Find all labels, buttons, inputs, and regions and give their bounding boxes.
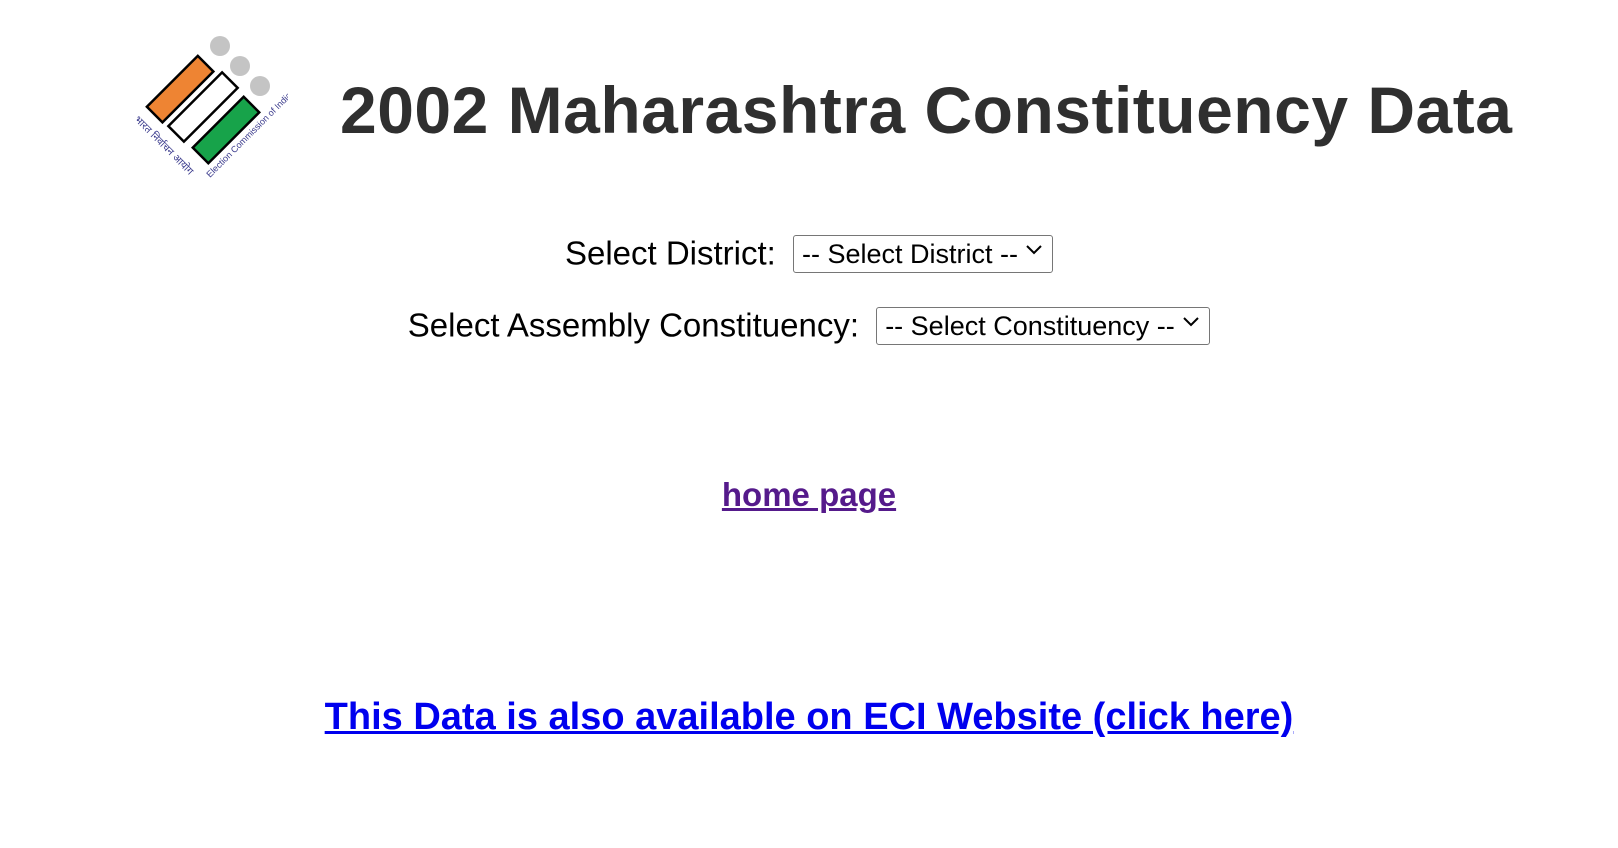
constituency-row: Select Assembly Constituency: -- Select … [0, 304, 1618, 346]
eci-website-link[interactable]: This Data is also available on ECI Websi… [325, 696, 1294, 738]
page-title: 2002 Maharashtra Constituency Data [340, 73, 1513, 147]
home-page-link[interactable]: home page [722, 476, 896, 513]
header: भारत निर्वाचन आयोग Election Commission o… [128, 32, 1548, 192]
election-commission-logo-icon: भारत निर्वाचन आयोग Election Commission o… [132, 36, 288, 179]
district-select-wrapper: -- Select District -- [785, 233, 1054, 274]
home-link-container: home page [0, 476, 1618, 514]
page: भारत निर्वाचन आयोग Election Commission o… [0, 0, 1618, 848]
constituency-select[interactable]: -- Select Constituency -- [876, 307, 1211, 346]
district-row: Select District: -- Select District -- [0, 232, 1618, 274]
district-label: Select District: [564, 234, 776, 272]
district-select[interactable]: -- Select District -- [793, 235, 1054, 274]
eci-link-container: This Data is also available on ECI Websi… [0, 696, 1618, 739]
constituency-label: Select Assembly Constituency: [407, 306, 860, 344]
constituency-select-wrapper: -- Select Constituency -- [868, 305, 1211, 346]
